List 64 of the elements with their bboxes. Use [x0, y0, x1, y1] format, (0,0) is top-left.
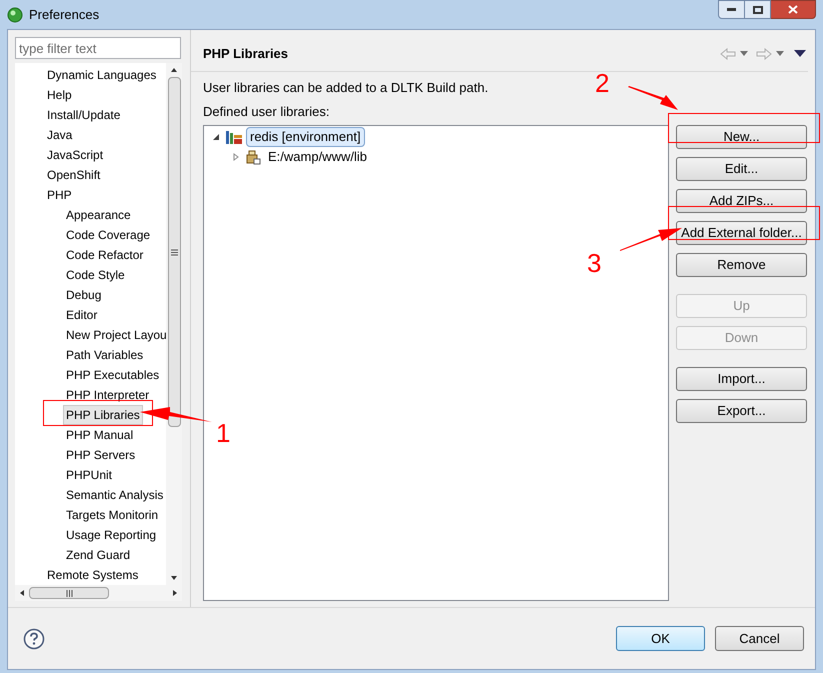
- tree-item[interactable]: PHP Interpreter: [63, 385, 152, 405]
- jar-icon: [245, 149, 261, 165]
- vertical-scrollbar[interactable]: [166, 63, 182, 585]
- maximize-icon: [752, 6, 762, 14]
- tree-item[interactable]: PHPUnit: [63, 465, 116, 485]
- view-menu-icon[interactable]: [794, 50, 806, 57]
- tree-item[interactable]: Code Refactor: [63, 245, 146, 265]
- list-label: Defined user libraries:: [203, 102, 330, 120]
- grip-icon: [66, 590, 72, 596]
- expand-toggle-icon[interactable]: [212, 133, 222, 141]
- minimize-button[interactable]: [718, 0, 745, 19]
- tree-item[interactable]: Code Style: [63, 265, 128, 285]
- tree-item[interactable]: JavaScript: [44, 145, 106, 165]
- dialog-button[interactable]: Cancel: [715, 626, 804, 651]
- description-text: User libraries can be added to a DLTK Build path.: [203, 79, 488, 97]
- action-button[interactable]: Remove: [676, 253, 807, 277]
- page-title: PHP Libraries: [203, 44, 288, 63]
- tree-item[interactable]: Install/Update: [44, 105, 124, 125]
- tree-item[interactable]: Semantic Analysis: [63, 485, 166, 505]
- app-icon: [7, 6, 23, 22]
- action-button[interactable]: Add ZIPs...: [676, 189, 807, 213]
- horizontal-scrollbar[interactable]: [15, 585, 182, 601]
- tree-item[interactable]: Java: [44, 125, 76, 145]
- tree-item[interactable]: Dynamic Languages: [44, 65, 160, 85]
- tree-item[interactable]: PHP Manual: [63, 425, 136, 445]
- tree-item[interactable]: Code Coverage: [63, 225, 154, 245]
- annotation-number: 3: [587, 250, 602, 276]
- caret-icon[interactable]: [776, 51, 784, 56]
- tree-item[interactable]: PHP Servers: [63, 445, 138, 465]
- tree-item[interactable]: OpenShift: [44, 165, 104, 185]
- close-icon: [788, 5, 798, 14]
- tree-item[interactable]: PHP Libraries: [63, 405, 143, 425]
- tree-item[interactable]: Remote Systems: [44, 565, 142, 585]
- minimize-icon: [727, 8, 736, 11]
- books-icon: [225, 129, 243, 145]
- action-button[interactable]: Import...: [676, 367, 807, 391]
- library-item[interactable]: E:/wamp/www/lib: [264, 147, 371, 167]
- tree-item[interactable]: Debug: [63, 285, 104, 305]
- filter-field[interactable]: type filter text: [15, 37, 181, 59]
- tree-item[interactable]: PHP: [44, 185, 75, 205]
- annotation-number: 2: [595, 70, 610, 96]
- annotation-arrow: [628, 86, 678, 112]
- action-button[interactable]: New...: [676, 125, 807, 149]
- window-title: Preferences: [29, 6, 100, 24]
- tree-item[interactable]: Help: [44, 85, 75, 105]
- tree-item[interactable]: Editor: [63, 305, 100, 325]
- tree-item[interactable]: Targets Monitorin: [63, 505, 162, 525]
- library-item[interactable]: redis [environment]: [246, 127, 365, 147]
- tree-item[interactable]: Usage Reporting: [63, 525, 160, 545]
- maximize-button[interactable]: [745, 0, 771, 19]
- tree-item[interactable]: New Project Layou: [63, 325, 166, 345]
- tree-item[interactable]: PHP Executables: [63, 365, 162, 385]
- action-button[interactable]: Edit...: [676, 157, 807, 181]
- tree-item[interactable]: Appearance: [63, 205, 134, 225]
- grip-icon: [170, 248, 178, 256]
- close-button[interactable]: [771, 0, 816, 19]
- annotation-number: 1: [216, 420, 230, 446]
- tree-item[interactable]: Zend Guard: [63, 545, 134, 565]
- tree-item[interactable]: Path Variables: [63, 345, 146, 365]
- dialog-button[interactable]: OK: [616, 626, 705, 651]
- help-icon[interactable]: [23, 628, 45, 650]
- action-button[interactable]: Add External folder...: [676, 221, 807, 245]
- caret-icon[interactable]: [740, 51, 748, 56]
- action-button[interactable]: Export...: [676, 399, 807, 423]
